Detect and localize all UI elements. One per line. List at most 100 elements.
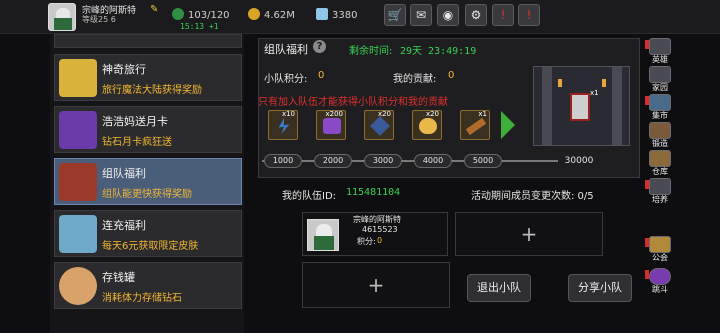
card-subtitle: 组队能更快获得奖励 [102, 189, 192, 200]
gear-icon: ⚙ [470, 8, 482, 22]
market-icon [649, 94, 671, 111]
nav-label: 公会 [652, 253, 668, 262]
member-slot-empty[interactable]: + [455, 212, 603, 256]
reward-count: x20 [425, 110, 439, 118]
blue-gem-icon [370, 116, 390, 136]
leave-team-button[interactable]: 退出小队 [467, 274, 531, 302]
piggy-bank-icon [59, 267, 97, 305]
reward-slot[interactable]: x10 [268, 110, 298, 140]
battle-portal-icon [649, 268, 671, 285]
reward-slot[interactable]: x1 [460, 110, 490, 140]
avatar-body [54, 18, 72, 30]
nav-market[interactable]: 集市 [645, 94, 675, 121]
my-contribution-value: 0 [448, 70, 455, 81]
gold-resource: 4.62M [248, 7, 295, 24]
anvil-icon [649, 122, 671, 139]
card-title: 浩浩妈送月卡 [102, 115, 168, 128]
nav-label: 英雄 [652, 55, 668, 64]
help-icon[interactable]: ? [313, 40, 326, 53]
mail-icon: ✉ [415, 8, 427, 22]
notification-badge [645, 238, 649, 247]
event-card-piggy[interactable]: 存钱罐 消耗体力存储钻石 [54, 262, 242, 309]
settings-button[interactable]: ⚙ [465, 4, 487, 26]
panel-title: 组队福利 [264, 43, 308, 56]
reward-slot[interactable]: x200 [316, 110, 346, 140]
notification-badge [645, 270, 649, 279]
reward-slot[interactable]: x20 [364, 110, 394, 140]
pillar [612, 67, 622, 145]
nav-label: 集市 [652, 111, 668, 120]
add-member-icon: + [367, 273, 385, 297]
event-button[interactable]: ! [492, 4, 514, 26]
reward-preview-scene: x1 [533, 66, 630, 146]
member-slot-empty[interactable]: + [302, 262, 450, 308]
card-subtitle: 钻石月卡疯狂送 [102, 137, 172, 148]
member-change-count: 活动期间成员变更次数: 0/5 [471, 191, 594, 202]
countdown-value: 29天 23:49:19 [400, 46, 477, 57]
reward-count: x10 [281, 110, 295, 118]
add-member-icon: + [520, 222, 538, 246]
nav-label: 家园 [652, 83, 668, 92]
guild-icon [649, 236, 671, 253]
card-subtitle: 消耗体力存储钻石 [102, 293, 182, 304]
mail-button[interactable]: ✉ [410, 4, 432, 26]
card-title: 神奇旅行 [102, 63, 146, 76]
my-contribution-label: 我的贡献: [393, 74, 437, 85]
nav-battle[interactable]: 跳斗 [645, 268, 675, 295]
event-card-journey[interactable]: 神奇旅行 旅行魔法大陆获得奖励 [54, 54, 242, 101]
notification-badge [645, 40, 649, 49]
milestone-node: 3000 [364, 154, 402, 168]
event-card-monthly[interactable]: 浩浩妈送月卡 钻石月卡疯狂送 [54, 106, 242, 153]
player-avatar[interactable] [48, 3, 76, 31]
treasure-chest-icon [59, 163, 97, 201]
nav-cultivate[interactable]: 培养 [645, 178, 675, 205]
milestone-node: 2000 [314, 154, 352, 168]
share-team-button[interactable]: 分享小队 [568, 274, 632, 302]
reward-count: x1 [478, 110, 487, 118]
nav-hero[interactable]: 英雄 [645, 38, 675, 65]
nav-label: 锻造 [652, 139, 668, 148]
gamepad-icon: ◉ [442, 8, 454, 22]
cultivate-icon [649, 178, 671, 195]
skin-preview-character [570, 93, 590, 121]
event-flag-icon: ! [500, 8, 506, 22]
lightning-icon [278, 118, 290, 134]
card-title: 连充福利 [102, 219, 146, 232]
crystal-icon [59, 215, 97, 253]
event-card-recharge[interactable]: 连充福利 每天6元获取限定皮肤 [54, 210, 242, 257]
edit-name-icon[interactable]: ✎ [150, 4, 158, 15]
reward-slot[interactable]: x20 [412, 110, 442, 140]
player-level: 等级25 6 [82, 15, 116, 24]
shop-button[interactable]: 🛒 [384, 4, 406, 26]
list-item-partial[interactable] [54, 34, 242, 48]
arrow-right-icon [501, 111, 515, 139]
team-id-label: 我的队伍ID: [282, 191, 337, 202]
member-id: 4615523 [362, 225, 398, 234]
gem-icon [316, 8, 328, 20]
home-icon [649, 66, 671, 83]
purple-gem-card-icon [59, 111, 97, 149]
milestone-final: 30000 [558, 154, 600, 168]
exit-button[interactable]: ! [518, 4, 540, 26]
card-title: 组队福利 [102, 167, 146, 180]
ticket-icon [59, 59, 97, 97]
milestone-progress: 1000 2000 3000 4000 5000 [262, 154, 600, 168]
team-id-value: 115481104 [346, 187, 401, 198]
nav-home[interactable]: 家园 [645, 66, 675, 93]
milestone-node: 1000 [264, 154, 302, 168]
team-points-label: 小队积分: [264, 74, 308, 85]
gamepad-button[interactable]: ◉ [437, 4, 459, 26]
reward-count: x20 [377, 110, 391, 118]
event-card-team[interactable]: 组队福利 组队能更快获得奖励 [54, 158, 242, 205]
nav-guild[interactable]: 公会 [645, 236, 675, 263]
torch-icon [602, 79, 606, 87]
nav-warehouse[interactable]: 仓库 [645, 150, 675, 177]
team-points-value: 0 [318, 70, 325, 81]
torch-icon [558, 79, 562, 87]
warehouse-icon [649, 150, 671, 167]
gem-value: 3380 [332, 10, 358, 21]
member-name: 宗峰的阿斯特 [353, 215, 401, 224]
gold-value: 4.62M [264, 10, 295, 21]
nav-forge[interactable]: 锻造 [645, 122, 675, 149]
nav-label: 跳斗 [652, 285, 668, 294]
